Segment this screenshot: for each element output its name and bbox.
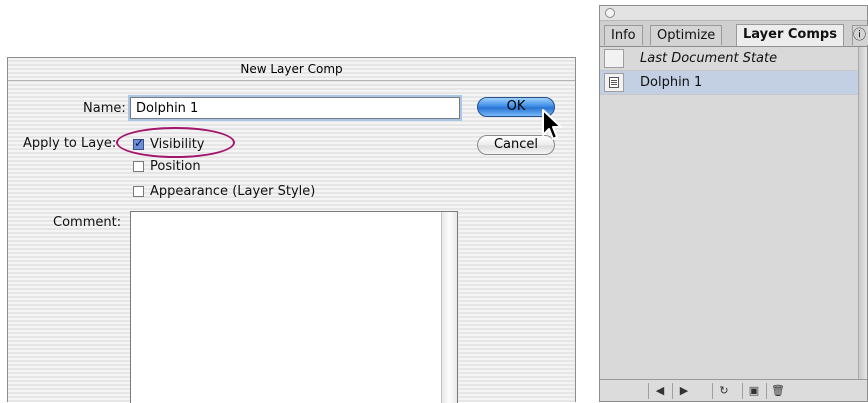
layer-comps-panel: Info Optimize Layer Comps ⓘ Last Documen… — [599, 5, 868, 402]
tab-overflow[interactable]: ⓘ — [852, 25, 868, 45]
position-option[interactable]: Position — [133, 158, 201, 174]
comment-scrollbar[interactable] — [441, 212, 457, 403]
layer-comps-list: Last Document State Dolphin 1 — [600, 47, 861, 380]
name-input[interactable] — [130, 97, 460, 119]
mouse-pointer-icon — [542, 109, 562, 140]
panel-title-bar — [600, 6, 867, 21]
layer-comp-doc-icon — [609, 77, 619, 88]
panel-tabs: Info Optimize Layer Comps ⓘ — [600, 21, 868, 47]
position-checkbox[interactable] — [133, 160, 144, 172]
update-icon[interactable]: ↻ — [712, 383, 735, 399]
apply-comp-cell[interactable] — [604, 49, 624, 68]
list-item-last-document-state[interactable]: Last Document State — [600, 47, 861, 71]
apply-label-text: Apply to Laye — [23, 136, 112, 151]
dialog-title: New Layer Comp — [8, 58, 575, 81]
position-label: Position — [150, 158, 201, 174]
panel-close-icon[interactable] — [605, 8, 615, 18]
comment-textarea[interactable] — [130, 211, 458, 403]
previous-arrow-icon[interactable]: ◀ — [648, 383, 671, 399]
list-item-label: Dolphin 1 — [640, 75, 703, 90]
list-item-label: Last Document State — [640, 51, 778, 66]
comment-label: Comment: — [53, 215, 122, 230]
name-label: Name: — [83, 101, 126, 116]
new-comp-icon[interactable]: ▣ — [742, 383, 765, 399]
tab-info[interactable]: Info — [604, 25, 643, 45]
panel-scrollbar[interactable] — [858, 47, 867, 380]
visibility-highlight-ellipse — [116, 127, 235, 158]
list-item-dolphin-1[interactable]: Dolphin 1 — [600, 71, 861, 95]
panel-bottom-toolbar: ◀ ▶ ↻ ▣ 🗑 — [600, 379, 867, 401]
new-layer-comp-dialog: New Layer Comp Name: OK Cancel Apply to … — [7, 57, 576, 403]
trash-icon[interactable]: 🗑 — [766, 383, 789, 399]
next-arrow-icon[interactable]: ▶ — [672, 383, 695, 399]
appearance-label: Appearance (Layer Style) — [150, 183, 316, 199]
apply-to-layers-label: Apply to Laye: — [23, 136, 116, 151]
tab-optimize[interactable]: Optimize — [650, 25, 723, 45]
appearance-option[interactable]: Appearance (Layer Style) — [133, 183, 315, 199]
tab-layer-comps[interactable]: Layer Comps — [736, 24, 844, 46]
appearance-checkbox[interactable] — [133, 185, 144, 197]
apply-comp-cell[interactable] — [604, 73, 624, 92]
